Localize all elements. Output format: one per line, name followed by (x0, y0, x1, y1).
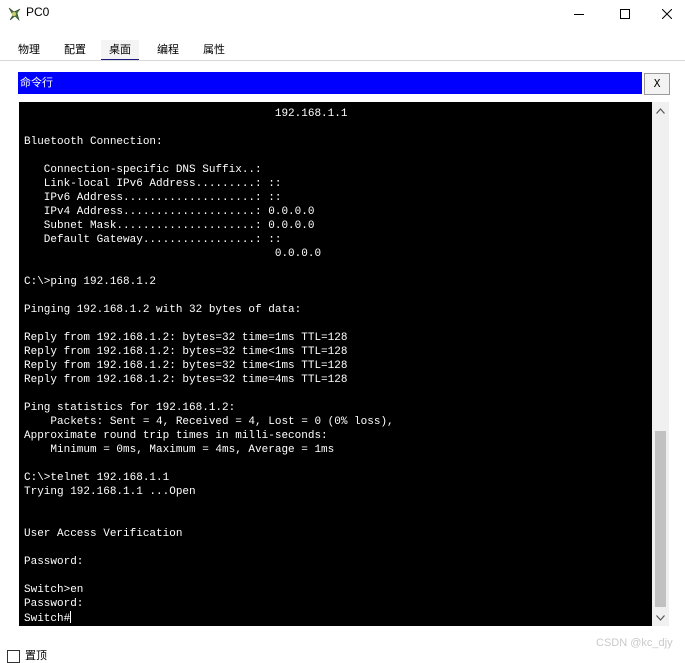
tab-desktop[interactable]: 桌面 (101, 40, 139, 61)
terminal-scrollbar[interactable] (652, 102, 669, 626)
window-title: PC0 (26, 5, 50, 19)
chevron-down-icon (656, 614, 665, 621)
always-on-top-label: 置顶 (25, 649, 47, 662)
command-prompt-title: 命令行 (20, 76, 53, 89)
scroll-up-button[interactable] (652, 102, 669, 119)
always-on-top-checkbox[interactable] (7, 650, 20, 663)
maximize-button[interactable] (602, 0, 648, 28)
maximize-icon (620, 9, 630, 19)
close-button[interactable] (648, 0, 685, 28)
minimize-icon (574, 14, 584, 15)
tab-divider (0, 60, 685, 61)
tab-attributes[interactable]: 属性 (195, 40, 233, 59)
command-prompt-close-button[interactable]: X (644, 73, 670, 95)
tab-config[interactable]: 配置 (56, 40, 94, 59)
scroll-down-button[interactable] (652, 609, 669, 626)
chevron-up-icon (656, 107, 665, 114)
command-prompt-header: 命令行 (18, 72, 642, 94)
watermark: CSDN @kc_djy (596, 637, 673, 649)
window-titlebar: PC0 (0, 0, 685, 28)
terminal-cursor (70, 611, 72, 623)
minimize-button[interactable] (556, 0, 602, 28)
close-icon (661, 9, 672, 19)
terminal-output-area[interactable]: 192.168.1.1 Bluetooth Connection: Connec… (19, 102, 652, 626)
tab-physical[interactable]: 物理 (10, 40, 48, 59)
tab-programming[interactable]: 编程 (149, 40, 187, 59)
terminal-text: 192.168.1.1 Bluetooth Connection: Connec… (24, 108, 394, 625)
pc-app-icon (8, 7, 21, 22)
tab-bar: 物理 配置 桌面 编程 属性 (0, 38, 685, 61)
scrollbar-thumb[interactable] (655, 431, 666, 607)
